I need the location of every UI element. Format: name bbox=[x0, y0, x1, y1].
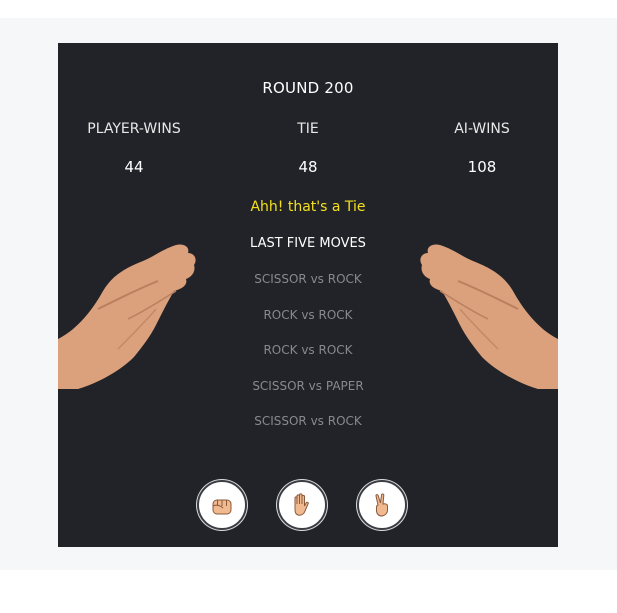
game-panel: ROUND 200 PLAYER-WINS 44 TIE 48 AI-WINS … bbox=[58, 43, 558, 547]
rock-fist-icon bbox=[212, 499, 232, 515]
tie-label: TIE bbox=[297, 121, 319, 137]
ai-wins-count: 108 bbox=[467, 158, 497, 176]
result-message: Ahh! that's a Tie bbox=[250, 199, 366, 215]
ai-hand-icon bbox=[420, 244, 558, 389]
round-title: ROUND 200 bbox=[262, 79, 354, 97]
paper-button[interactable] bbox=[277, 480, 327, 530]
rock-button[interactable] bbox=[197, 480, 247, 530]
ai-score: AI-WINS 108 bbox=[402, 121, 558, 176]
scissor-hand-icon bbox=[375, 493, 388, 517]
player-hand-icon bbox=[58, 244, 196, 389]
scissor-button[interactable] bbox=[357, 480, 407, 530]
tie-count: 48 bbox=[298, 158, 318, 176]
ai-wins-label: AI-WINS bbox=[454, 121, 510, 137]
player-wins-label: PLAYER-WINS bbox=[87, 121, 181, 137]
history-item: SCISSOR vs ROCK bbox=[254, 414, 362, 428]
player-score: PLAYER-WINS 44 bbox=[58, 121, 214, 176]
tie-score: TIE 48 bbox=[228, 121, 388, 176]
player-wins-count: 44 bbox=[124, 158, 144, 176]
paper-hand-icon bbox=[294, 493, 309, 516]
